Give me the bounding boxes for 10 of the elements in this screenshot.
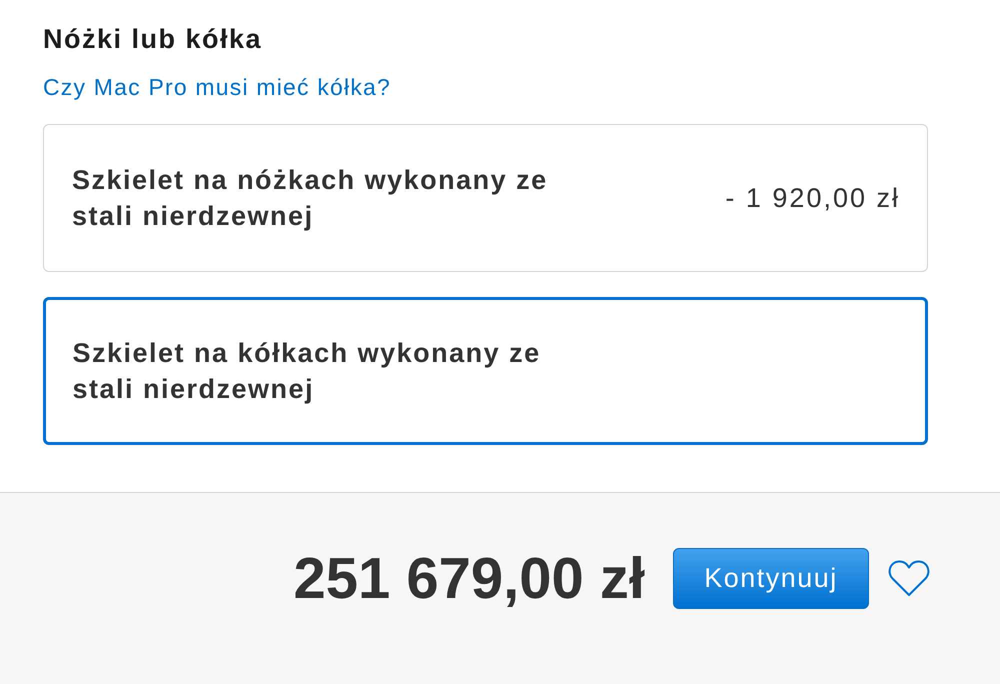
option-price: - 1 920,00 zł bbox=[725, 182, 900, 215]
section-heading: Nóżki lub kółka bbox=[43, 23, 264, 55]
heart-icon[interactable] bbox=[888, 560, 930, 597]
continue-button[interactable]: Kontynuuj bbox=[673, 548, 869, 609]
option-label: Szkielet na kółkach wykonany ze stali nierdzewnej bbox=[72, 337, 542, 406]
option-label: Szkielet na nóżkach wykonany ze stali nierdzewnej bbox=[72, 164, 549, 233]
help-link[interactable]: Czy Mac Pro musi mieć kółka? bbox=[43, 73, 392, 101]
option-card[interactable]: Szkielet na kółkach wykonany ze stali nierdzewnej bbox=[43, 297, 928, 445]
option-card[interactable]: Szkielet na nóżkach wykonany ze stali nierdzewnej - 1 920,00 zł bbox=[43, 124, 928, 272]
total-price: 251 679,00 zł bbox=[293, 546, 645, 610]
